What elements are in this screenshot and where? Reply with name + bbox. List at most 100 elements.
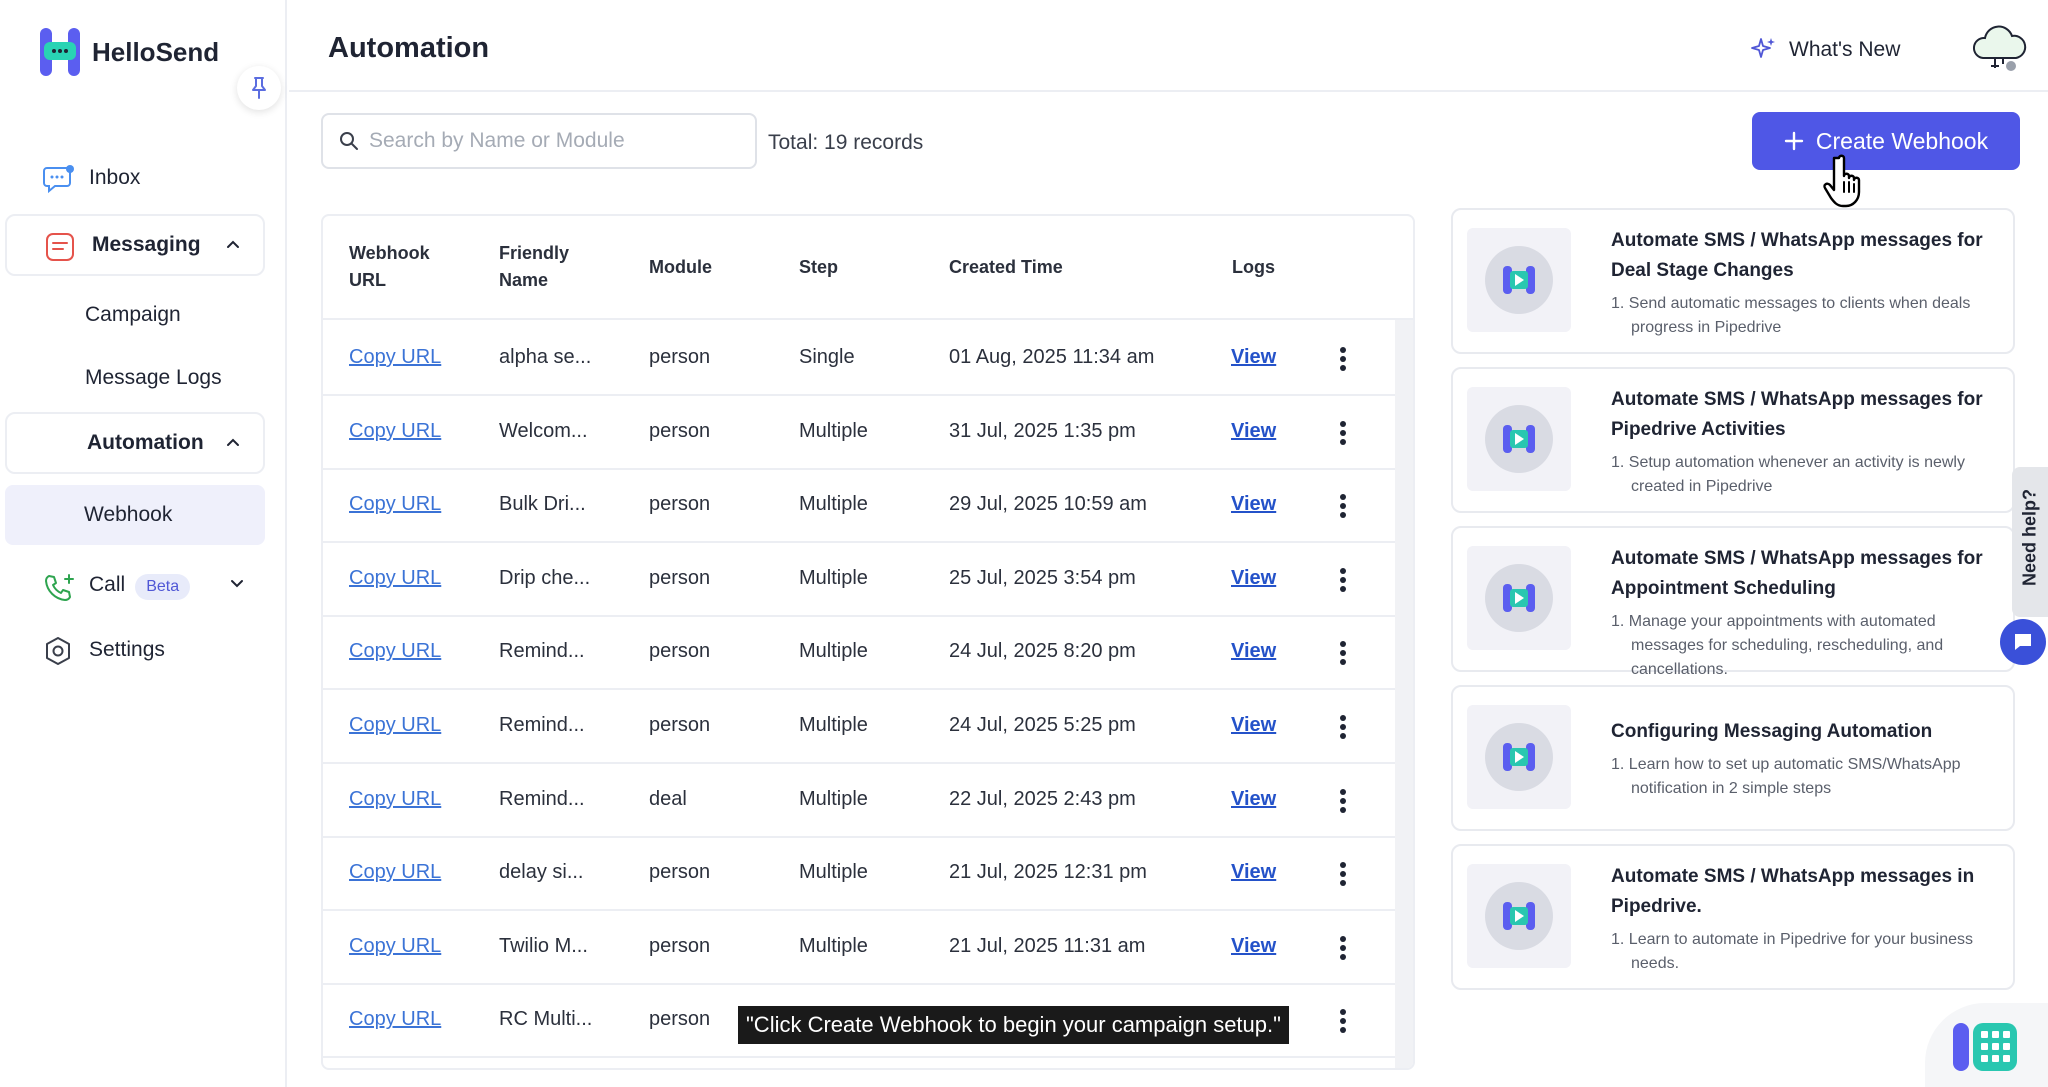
sidebar-item-call[interactable]: Call Beta (5, 556, 265, 616)
more-options-icon[interactable] (1339, 935, 1347, 961)
video-thumbnail[interactable] (1467, 705, 1571, 809)
sidebar-item-webhook[interactable]: Webhook (5, 485, 265, 545)
more-options-icon[interactable] (1339, 1008, 1347, 1034)
friendly-name-cell: alpha se... (499, 346, 592, 368)
view-logs-link[interactable]: View (1231, 420, 1276, 443)
view-logs-link[interactable]: View (1231, 640, 1276, 663)
more-options-icon[interactable] (1339, 861, 1347, 887)
sidebar-item-label: Messaging (92, 233, 201, 256)
step-cell: Multiple (799, 787, 868, 810)
sidebar-item-inbox[interactable]: Inbox (5, 148, 265, 208)
column-header-friendly-name[interactable]: Friendly Name (499, 240, 569, 294)
copy-url-link[interactable]: Copy URL (349, 346, 441, 369)
table-row: Copy URL Bulk Dri... person Multiple 29 … (323, 469, 1395, 544)
create-webhook-button[interactable]: Create Webhook (1752, 112, 2020, 170)
view-logs-link[interactable]: View (1231, 935, 1276, 958)
search-input[interactable] (369, 129, 729, 153)
column-header-module[interactable]: Module (649, 254, 712, 281)
more-options-icon[interactable] (1339, 567, 1347, 593)
step-cell: Multiple (799, 934, 868, 957)
chevron-up-icon[interactable] (225, 236, 241, 252)
module-cell: person (649, 1008, 711, 1031)
copy-url-link[interactable]: Copy URL (349, 420, 441, 443)
need-help-tab[interactable]: Need help? (2012, 467, 2048, 617)
more-options-icon[interactable] (1339, 346, 1347, 372)
copy-url-link[interactable]: Copy URL (349, 788, 441, 811)
copy-url-link[interactable]: Copy URL (349, 861, 441, 884)
sidebar-item-settings[interactable]: Settings (5, 620, 265, 680)
module-cell: person (649, 419, 711, 442)
sidebar-item-campaign[interactable]: Campaign (85, 303, 181, 327)
card-description: 1. Setup automation whenever an activity… (1611, 454, 1965, 495)
tutorial-card[interactable]: Automate SMS / WhatsApp messages for Dea… (1451, 208, 2015, 354)
video-thumbnail[interactable] (1467, 387, 1571, 491)
module-cell: person (649, 714, 711, 736)
whats-new-button[interactable]: What's New (1749, 36, 1900, 64)
sidebar-item-message-logs[interactable]: Message Logs (85, 366, 222, 390)
copy-url-link[interactable]: Copy URL (349, 714, 441, 737)
play-video-icon (1485, 246, 1553, 314)
card-title: Automate SMS / WhatsApp messages for Dea… (1611, 230, 1983, 281)
table-row: Copy URL Drip che... person Multiple 25 … (323, 543, 1395, 617)
view-logs-link[interactable]: View (1231, 714, 1276, 737)
column-header-step[interactable]: Step (799, 254, 838, 281)
copy-url-link[interactable]: Copy URL (349, 567, 441, 590)
more-options-icon[interactable] (1339, 420, 1347, 446)
hand-cursor-icon (1823, 154, 1861, 208)
view-logs-link[interactable]: View (1231, 493, 1276, 516)
tutorial-card[interactable]: Configuring Messaging Automation 1. Lear… (1451, 685, 2015, 831)
more-options-icon[interactable] (1339, 788, 1347, 814)
video-thumbnail[interactable] (1467, 864, 1571, 968)
sidebar-item-messaging[interactable]: Messaging (5, 214, 265, 276)
copy-url-link[interactable]: Copy URL (349, 935, 441, 958)
more-options-icon[interactable] (1339, 493, 1347, 519)
friendly-name-cell: Remind... (499, 787, 585, 810)
play-video-icon (1485, 564, 1553, 632)
module-cell: person (649, 861, 711, 884)
column-header-created-time[interactable]: Created Time (949, 254, 1063, 281)
view-logs-link[interactable]: View (1231, 346, 1276, 369)
chevron-down-icon[interactable] (229, 576, 245, 592)
tutorial-card[interactable]: Automate SMS / WhatsApp messages for Pip… (1451, 367, 2015, 513)
view-logs-link[interactable]: View (1231, 861, 1276, 884)
video-thumbnail[interactable] (1467, 228, 1571, 332)
sidebar-item-label: Call Beta (89, 573, 191, 600)
created-time-cell: 22 Jul, 2025 2:43 pm (949, 787, 1136, 810)
video-thumbnail[interactable] (1467, 546, 1571, 650)
column-header-webhook-url[interactable]: Webhook URL (349, 240, 430, 294)
table-row: Copy URL alpha se... person Single 01 Au… (323, 322, 1395, 396)
pin-sidebar-button[interactable] (237, 66, 281, 110)
card-description: 1. Learn how to set up automatic SMS/Wha… (1611, 756, 1961, 797)
table-scrollbar[interactable] (1395, 320, 1413, 1068)
created-time-cell: 24 Jul, 2025 5:25 pm (949, 714, 1136, 736)
more-options-icon[interactable] (1339, 640, 1347, 666)
chat-button[interactable] (2000, 619, 2046, 665)
column-header-logs[interactable]: Logs (1232, 254, 1275, 281)
chevron-up-icon[interactable] (225, 434, 241, 450)
more-options-icon[interactable] (1339, 714, 1347, 740)
view-logs-link[interactable]: View (1231, 788, 1276, 811)
avatar[interactable] (1969, 18, 2029, 83)
step-cell: Multiple (799, 861, 868, 884)
plus-icon (1784, 131, 1804, 151)
tutorial-card[interactable]: Automate SMS / WhatsApp messages for App… (1451, 526, 2015, 678)
search-box[interactable] (321, 113, 757, 169)
step-cell: Multiple (799, 419, 868, 442)
brand-logo[interactable]: HelloSend (38, 26, 219, 78)
copy-url-link[interactable]: Copy URL (349, 640, 441, 663)
created-time-cell: 21 Jul, 2025 12:31 pm (949, 861, 1147, 884)
card-title: Automate SMS / WhatsApp messages for Pip… (1611, 389, 1983, 440)
tutorial-card[interactable]: Automate SMS / WhatsApp messages in Pipe… (1451, 844, 2015, 990)
play-video-icon (1485, 405, 1553, 473)
need-help-label: Need help? (2019, 489, 2040, 587)
copy-url-link[interactable]: Copy URL (349, 493, 441, 516)
cloud-avatar-icon (1973, 25, 2027, 71)
view-logs-link[interactable]: View (1231, 567, 1276, 590)
sidebar-item-label: Settings (89, 638, 165, 661)
module-cell: person (649, 640, 711, 663)
dialer-widget[interactable] (1925, 1003, 2048, 1087)
friendly-name-cell: Drip che... (499, 566, 591, 589)
copy-url-link[interactable]: Copy URL (349, 1008, 441, 1031)
sidebar-item-automation[interactable]: Automation (5, 412, 265, 474)
gear-icon (46, 637, 70, 665)
